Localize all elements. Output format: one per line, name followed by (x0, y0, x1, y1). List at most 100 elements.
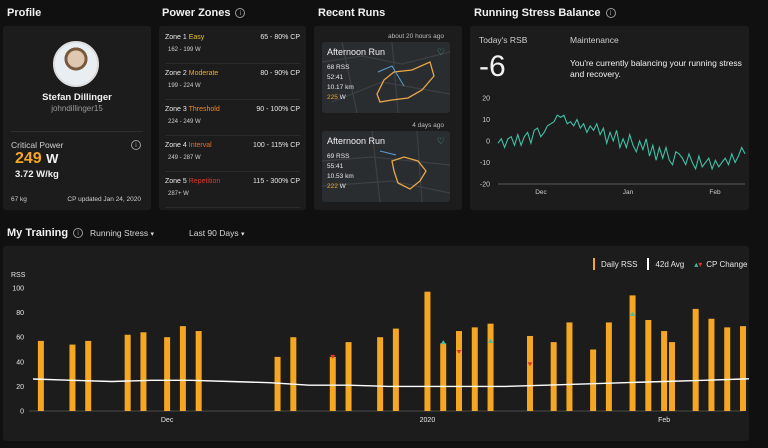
daily-rss-bar (456, 331, 462, 411)
daily-rss-bar (740, 326, 746, 411)
critical-power-label: Critical Power (11, 140, 64, 150)
zone-number: Zone 5 (165, 178, 187, 185)
heart-icon[interactable]: ♡ (437, 136, 445, 147)
training-xtick-label: 2020 (420, 417, 436, 424)
zone-watts: 249 - 287 W (168, 155, 201, 161)
zone-watts: 162 - 199 W (168, 47, 201, 53)
daily-rss-bar (392, 328, 399, 411)
run-time: 52:41 (327, 74, 344, 81)
daily-rss-bar (424, 291, 431, 411)
run-distance-value: 10.53 (327, 173, 344, 180)
daily-rss-bar (487, 323, 494, 411)
profile-title: Profile (7, 7, 42, 19)
daily-rss-bar (471, 327, 478, 411)
run-rss-unit: RSS (336, 153, 350, 160)
profile-card: Stefan Dillinger johndillinger15 Critica… (3, 26, 151, 210)
daily-rss-bar (69, 344, 76, 411)
run-distance-unit: km (345, 84, 354, 91)
zone-row: Zone 3 Threshold 224 - 249 W 90 - 100% CP (165, 106, 300, 136)
training-xtick-label: Dec (161, 417, 174, 424)
rsb-xtick-label: Feb (709, 189, 721, 196)
training-xtick-label: Feb (658, 417, 670, 424)
recent-runs-card: about 20 hours ago Afternoon Run ♡ 68 RS… (314, 26, 462, 210)
rsb-chart[interactable]: 20 10 0 -10 -20 Dec Jan Feb (470, 26, 749, 210)
rsb-ytick-label: 20 (482, 96, 490, 103)
training-ytick-label: 20 (16, 384, 24, 391)
zone-name: Easy (188, 34, 205, 41)
run-rss: 69 RSS (327, 153, 349, 160)
daily-rss-bar (645, 319, 652, 411)
run-distance-unit: km (345, 173, 354, 180)
training-chart[interactable]: RSS 0 20 40 60 80 100 Dec 2020 Feb (3, 246, 749, 441)
daily-rss-bar (85, 340, 92, 411)
daily-rss-bar (566, 322, 573, 411)
zone-number: Zone 4 (165, 142, 187, 149)
run-rss: 68 RSS (327, 64, 349, 71)
run-ago: 4 days ago (412, 122, 444, 129)
zone-name: Interval (188, 142, 212, 149)
zone-label: Zone 3 Threshold (165, 106, 220, 113)
run-power-unit: W (339, 94, 346, 101)
zone-percent: 80 - 90% CP (260, 70, 300, 77)
run-card[interactable]: Afternoon Run ♡ 69 RSS 55:41 10.53 km 22… (322, 131, 450, 202)
zone-watts: 199 - 224 W (168, 83, 201, 89)
rsb-series-line (497, 114, 746, 171)
caret-down-icon: ▾ (241, 231, 245, 238)
run-rss-value: 69 (327, 153, 335, 160)
cp-number: 249 (15, 150, 42, 167)
run-title: Afternoon Run (327, 136, 386, 146)
metric-select[interactable]: Running Stress ▾ (90, 228, 154, 238)
my-training-title-text: My Training (7, 227, 69, 239)
run-title: Afternoon Run (327, 47, 386, 57)
run-power-unit: W (339, 183, 346, 190)
zone-name: Moderate (188, 70, 219, 77)
info-icon[interactable]: i (131, 140, 141, 150)
avatar[interactable] (53, 41, 99, 87)
zone-number: Zone 2 (165, 70, 187, 77)
training-ytick-label: 0 (20, 409, 24, 416)
daily-rss-bar (661, 331, 668, 411)
info-icon[interactable]: i (235, 8, 246, 18)
zone-percent: 115 - 300% CP (253, 178, 300, 185)
daily-rss-bar (345, 342, 352, 411)
rsb-title-text: Running Stress Balance (474, 7, 601, 19)
training-ytick-label: 100 (12, 286, 24, 293)
power-zones-title: Power Zones i (162, 7, 246, 19)
run-power: 222 W (327, 183, 346, 190)
rsb-xtick-label: Dec (535, 189, 547, 196)
daily-rss-bar (37, 340, 44, 411)
daily-rss-bar (195, 331, 202, 411)
daily-rss-bar (329, 356, 336, 411)
zone-row: Zone 1 Easy 162 - 199 W 65 - 80% CP (165, 34, 300, 64)
range-select[interactable]: Last 90 Days ▾ (189, 228, 245, 238)
daily-rss-bar (164, 337, 171, 411)
run-ago: about 20 hours ago (387, 33, 444, 40)
daily-rss-bar (527, 335, 533, 411)
rsb-ytick-label: 0 (486, 139, 490, 146)
wkg-unit: W/kg (36, 169, 59, 180)
daily-rss-bar (550, 342, 557, 411)
daily-rss-bar (605, 322, 612, 411)
zone-watts: 287+ W (168, 191, 189, 197)
daily-rss-bar (140, 332, 147, 411)
zone-row: Zone 4 Interval 249 - 287 W 100 - 115% CP (165, 142, 300, 172)
rsb-title: Running Stress Balance i (474, 7, 616, 19)
info-icon[interactable]: i (73, 228, 84, 238)
heart-icon[interactable]: ♡ (437, 47, 445, 58)
zone-label: Zone 2 Moderate (165, 70, 218, 77)
zone-row: Zone 5 Repetition 287+ W 115 - 300% CP (165, 178, 300, 208)
metric-select-value: Running Stress (90, 228, 149, 238)
profile-username: johndillinger15 (51, 104, 103, 113)
zone-percent: 100 - 115% CP (253, 142, 300, 149)
run-card[interactable]: Afternoon Run ♡ 68 RSS 52:41 10.17 km 22… (322, 42, 450, 113)
training-ylabel: RSS (11, 272, 26, 279)
zone-label: Zone 5 Repetition (165, 178, 220, 185)
run-rss-unit: RSS (336, 64, 350, 71)
run-power-value: 225 (327, 94, 338, 101)
wkg-value: 3.72 W/kg (15, 169, 59, 180)
cp-unit: W (46, 151, 59, 166)
cp-updated: CP updated Jan 24, 2020 (67, 196, 141, 203)
zone-watts: 224 - 249 W (168, 119, 201, 125)
zone-number: Zone 1 (165, 34, 187, 41)
info-icon[interactable]: i (605, 8, 616, 18)
